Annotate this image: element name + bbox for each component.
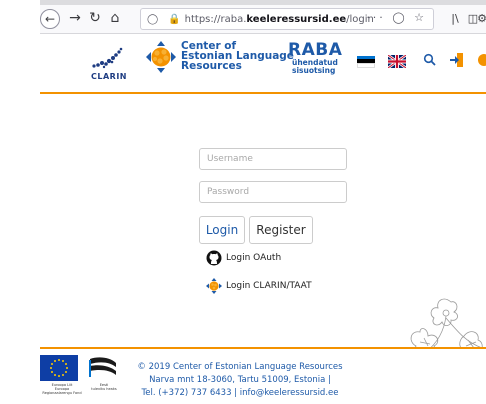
site-header: CLARIN Center of Estonian Language Resou…: [40, 34, 486, 92]
password-field[interactable]: Password: [199, 181, 347, 203]
raba-title: RABA: [288, 40, 343, 60]
pocket-icon[interactable]: ◯: [392, 11, 407, 24]
search-icon[interactable]: [423, 53, 437, 67]
eu-fund-caption: Euroopa Liit Euroopa Regionaalarengu Fon…: [42, 383, 82, 395]
forward-arrow-icon[interactable]: →: [64, 7, 86, 29]
url-text: https://raba.keeleressursid.ee/login: [184, 13, 374, 25]
footer-contact: © 2019 Center of Estonian Language Resou…: [134, 361, 346, 400]
clarin-label: CLARIN: [91, 72, 127, 81]
extension-icon[interactable]: ⚙: [478, 7, 486, 29]
login-oauth-link[interactable]: Login OAuth: [206, 250, 281, 266]
footer-phone-email: Tel. (+372) 737 6433 | info@keeleressurs…: [141, 388, 339, 398]
lock-icon[interactable]: 🔒: [168, 14, 180, 25]
home-icon[interactable]: ⌂: [104, 7, 126, 29]
login-clarin-label: Login CLARIN/TAAT: [226, 281, 312, 291]
login-clarin-link[interactable]: Login CLARIN/TAAT: [206, 278, 312, 294]
cel-name[interactable]: Center of Estonian Language Resources: [181, 41, 294, 72]
url-actions: ··· ◯ ☆: [366, 11, 427, 24]
back-arrow-icon[interactable]: ←: [40, 9, 60, 29]
more-icon[interactable]: ···: [366, 11, 386, 24]
cel-small-logo-icon: [206, 278, 222, 294]
cel-icon[interactable]: [476, 52, 486, 68]
login-icon[interactable]: [449, 52, 465, 68]
shield-icon[interactable]: ◯: [147, 14, 158, 25]
estonian-flag-icon[interactable]: [357, 56, 375, 68]
github-icon: [206, 250, 222, 266]
login-oauth-label: Login OAuth: [226, 253, 282, 263]
eesti-logo-icon: [89, 357, 116, 377]
header-divider: [40, 92, 486, 94]
eu-flag-icon: [40, 355, 78, 381]
login-button[interactable]: Login: [199, 216, 245, 244]
site-footer: Euroopa Liit Euroopa Regionaalarengu Fon…: [40, 349, 486, 404]
uk-flag-icon[interactable]: [388, 55, 406, 68]
clarin-logo[interactable]: CLARIN: [88, 44, 132, 84]
cel-logo-icon[interactable]: [144, 40, 178, 74]
username-field[interactable]: Username: [199, 148, 347, 170]
star-icon[interactable]: ☆: [414, 11, 427, 24]
clarin-dots-icon: [92, 47, 123, 69]
reload-icon[interactable]: ↻: [84, 7, 106, 29]
eesti-caption: Eesti tuleviku heaks: [91, 383, 117, 391]
register-button[interactable]: Register: [249, 216, 313, 244]
footer-copyright: © 2019 Center of Estonian Language Resou…: [137, 362, 343, 372]
browser-toolbar: ← → ↻ ⌂ ◯ 🔒 https://raba.keeleressursid.…: [40, 5, 486, 34]
raba-logo[interactable]: RABA ühendatud sisuotsing: [288, 42, 342, 75]
footer-address: Narva mnt 18-3060, Tartu 51009, Estonia …: [149, 375, 331, 385]
raba-subtitle-2: sisuotsing: [292, 66, 336, 75]
url-bar[interactable]: ◯ 🔒 https://raba.keeleressursid.ee/login…: [140, 8, 434, 30]
